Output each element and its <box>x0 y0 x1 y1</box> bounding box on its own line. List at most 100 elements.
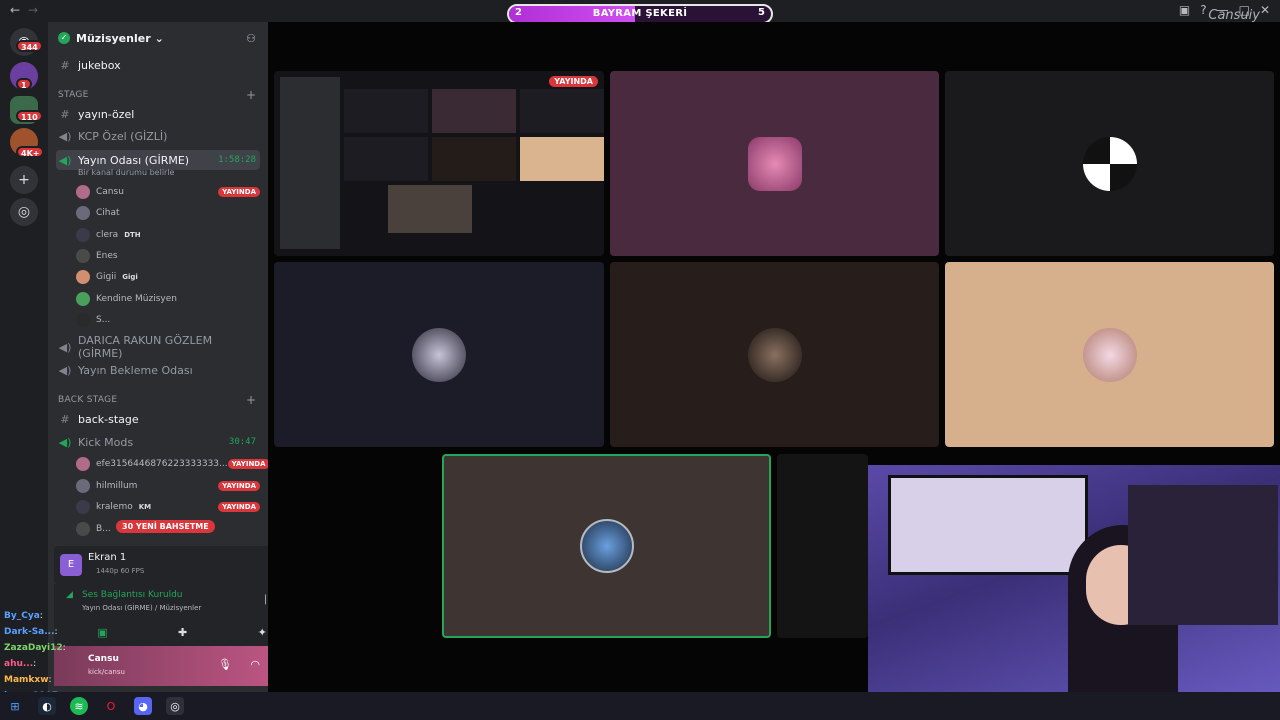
nested-tile-preview <box>344 137 428 181</box>
explore-icon[interactable]: ◎ <box>10 198 38 226</box>
channel-darica[interactable]: ◀) DARICA RAKUN GÖZLEM (GİRME) <box>56 334 260 360</box>
voice-status[interactable]: Ses Bağlantısı Kuruldu <box>82 590 182 600</box>
voice-user-row[interactable]: clera DTH <box>76 225 260 245</box>
soundboard-icon[interactable]: ✦ <box>258 626 267 639</box>
chat-message: Dark-Sa...: <box>4 624 74 640</box>
shelf <box>1128 485 1278 625</box>
user-avatar <box>76 457 90 471</box>
hash-icon: # <box>60 107 70 121</box>
channel-label: jukebox <box>78 58 121 72</box>
nested-tile-preview <box>388 185 472 233</box>
event-right-count: 5 <box>758 7 765 18</box>
camera-icon[interactable]: ▣ <box>97 626 107 639</box>
close-icon[interactable]: ✕ <box>1260 3 1270 17</box>
chat-username: Dark-Sa... <box>4 627 55 637</box>
server-badge-1: 1 <box>16 78 32 90</box>
user-name: Enes <box>96 250 118 261</box>
streamer-webcam <box>868 465 1280 720</box>
channel-label: KCP Özel (GİZLİ) <box>78 129 168 143</box>
user-tag: DTH <box>124 230 141 239</box>
voice-user-row[interactable]: Cihat <box>76 203 260 223</box>
add-server-icon[interactable]: + <box>10 166 38 194</box>
participant-tile[interactable] <box>610 71 939 256</box>
opera-icon[interactable]: O <box>102 697 120 715</box>
participant-tile[interactable] <box>274 262 604 447</box>
channel-kick-mods[interactable]: ◀) Kick Mods 30:47 <box>56 432 260 452</box>
discord-taskbar-icon[interactable]: ◕ <box>134 697 152 715</box>
live-badge: YAYINDA <box>218 502 260 512</box>
activity-icon[interactable]: ✚ <box>178 626 187 639</box>
voice-user-row[interactable]: hilmillum YAYINDA <box>76 476 260 496</box>
category-stage[interactable]: STAGE <box>58 90 89 100</box>
back-arrow-icon[interactable]: ← <box>10 3 20 17</box>
channel-jukebox[interactable]: # jukebox <box>56 55 260 75</box>
user-avatar <box>76 521 90 536</box>
screen-share-tile[interactable]: YAYINDA <box>274 71 604 256</box>
microphone-icon[interactable]: 🎙 <box>218 658 232 671</box>
inbox-icon[interactable]: ▣ <box>1179 3 1190 17</box>
voice-user-row[interactable]: Kendine Müzisyen <box>76 289 260 309</box>
user-tag: KM <box>138 503 152 511</box>
participant-tile-speaking[interactable] <box>442 454 771 638</box>
channel-back-stage[interactable]: # back-stage <box>56 409 260 429</box>
new-mentions-pill[interactable]: 30 YENİ BAHSETME <box>116 520 215 533</box>
screen: ← → 2 BAYRAM ŞEKERİ 5 ▣ ? — □ ✕ Cansuiy … <box>0 0 1280 720</box>
user-name: S... <box>96 314 111 325</box>
live-badge: YAYINDA <box>227 459 270 469</box>
user-avatar <box>76 248 90 263</box>
channel-bekleme[interactable]: ◀) Yayın Bekleme Odası <box>56 360 260 380</box>
speaker-icon: ◀) <box>58 153 72 167</box>
voice-actions: ▣ ✚ ✦ <box>62 622 302 642</box>
participant-tile[interactable] <box>777 454 868 638</box>
voice-user-row[interactable]: Gigii Gigi <box>76 267 260 287</box>
participant-avatar <box>747 136 802 191</box>
participant-tile[interactable] <box>945 71 1274 256</box>
channel-kcp[interactable]: ◀) KCP Özel (GİZLİ) <box>56 126 260 146</box>
speaker-icon: ◀) <box>58 363 72 377</box>
user-avatar <box>76 185 90 199</box>
channel-timer: 1:58:28 <box>218 155 256 165</box>
voice-user-row[interactable]: kralemo KM YAYINDA <box>76 497 260 517</box>
participant-tile[interactable] <box>945 262 1274 447</box>
chat-text: : <box>54 627 58 637</box>
nested-tile-preview <box>520 89 604 133</box>
help-icon[interactable]: ? <box>1200 3 1206 17</box>
headphones-icon[interactable]: ◠ <box>250 658 260 671</box>
voice-user-row[interactable]: S... <box>76 310 260 330</box>
channel-label: Yayın Bekleme Odası <box>78 363 193 377</box>
chat-message: ZazaDayi12: <box>4 640 74 656</box>
channel-list: ✓ Müzisyenler ⌄ ⚇ # jukebox STAGE + # ya… <box>48 22 310 692</box>
add-channel-icon[interactable]: + <box>246 393 256 407</box>
voice-user-row[interactable]: Cansu YAYINDA <box>76 182 260 202</box>
channel-label: Yayın Odası (GİRME) <box>78 153 190 167</box>
channel-status-hint[interactable]: Bir kanal durumu belirle <box>78 168 174 177</box>
participant-avatar <box>747 327 802 382</box>
voice-channel[interactable]: Yayın Odası (GİRME) / Müzisyenler <box>82 604 201 612</box>
screen-avatar-icon: E <box>60 554 82 576</box>
windows-start-icon[interactable]: ⊞ <box>6 697 24 715</box>
user-name[interactable]: Cansu <box>88 654 119 664</box>
add-channel-icon[interactable]: + <box>246 88 256 102</box>
chat-username: Mamkxw <box>4 675 49 685</box>
live-badge: YAYINDA <box>218 187 260 197</box>
spotify-icon[interactable]: ≋ <box>70 697 88 715</box>
server-rail: ◉ 344 1 110 4K+ + ◎ <box>0 22 48 692</box>
steam-icon[interactable]: ◐ <box>38 697 56 715</box>
title-bar: ← → 2 BAYRAM ŞEKERİ 5 ▣ ? — □ ✕ Cansuiy <box>0 0 1280 24</box>
user-name: Cansu <box>96 187 124 197</box>
invite-icon[interactable]: ⚇ <box>246 32 256 45</box>
participant-tile[interactable] <box>610 262 939 447</box>
obs-icon[interactable]: ◎ <box>166 697 184 715</box>
channel-label: back-stage <box>78 412 139 426</box>
chat-text: : <box>62 643 66 653</box>
server-header[interactable]: ✓ Müzisyenler ⌄ ⚇ <box>48 22 268 54</box>
voice-user-row[interactable]: Enes <box>76 246 260 266</box>
chat-text: : <box>48 675 52 685</box>
channel-yayin-ozel[interactable]: # yayın-özel <box>56 104 260 124</box>
forward-arrow-icon[interactable]: → <box>28 3 38 17</box>
voice-user-row[interactable]: efe3156446876223333333... YAYINDA <box>76 454 270 474</box>
category-back-stage[interactable]: BACK STAGE <box>58 395 117 405</box>
user-avatar <box>76 500 90 514</box>
channel-yayin-odasi[interactable]: ◀) Yayın Odası (GİRME) 1:58:28 <box>56 150 260 170</box>
signal-icon: ◢ <box>66 590 73 600</box>
